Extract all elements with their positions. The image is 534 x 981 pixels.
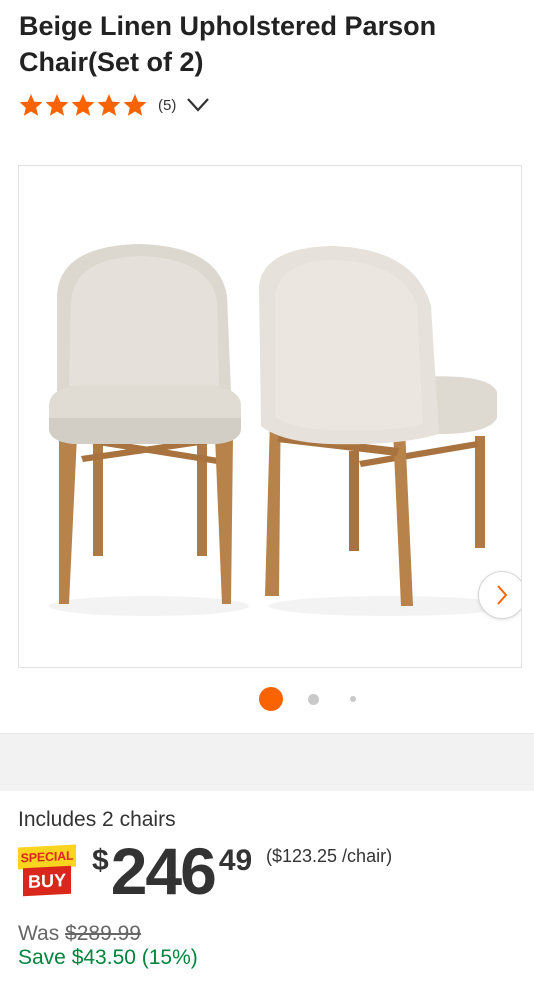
- gallery-pagination: [0, 686, 534, 712]
- price-currency: $: [92, 844, 109, 877]
- chevron-down-icon[interactable]: [186, 97, 210, 113]
- star-icon: [96, 93, 122, 117]
- badge-bottom-label: BUY: [23, 865, 71, 897]
- price-dollars: 246: [110, 834, 217, 908]
- review-count[interactable]: (5): [158, 97, 176, 114]
- section-divider: [0, 733, 534, 791]
- next-image-button[interactable]: [478, 571, 521, 619]
- includes-text: Includes 2 chairs: [18, 808, 176, 831]
- product-title: Beige Linen Upholstered Parson Chair(Set…: [19, 11, 437, 77]
- savings-text: Save $43.50 (15%): [18, 946, 198, 969]
- chevron-right-icon: [494, 584, 510, 606]
- pagination-dot[interactable]: [350, 696, 356, 702]
- was-price: $289.99: [65, 922, 141, 945]
- unit-price: ($123.25 /chair): [266, 846, 393, 866]
- rating-row[interactable]: (5): [18, 92, 210, 118]
- special-buy-badge: SPECIAL BUY: [18, 844, 78, 898]
- star-icon: [70, 93, 96, 117]
- pagination-dot-active[interactable]: [259, 687, 283, 711]
- star-icon: [18, 93, 44, 117]
- star-rating: [18, 93, 148, 117]
- price-cents: 49: [218, 844, 253, 877]
- pagination-dot[interactable]: [308, 694, 319, 705]
- was-label: Was: [18, 922, 66, 945]
- product-image-gallery[interactable]: [18, 165, 522, 668]
- star-icon: [122, 93, 148, 117]
- was-price-row: Was $289.99: [18, 922, 141, 946]
- product-image: [19, 166, 521, 667]
- price: $ 246 49: [92, 838, 252, 908]
- star-icon: [44, 93, 70, 117]
